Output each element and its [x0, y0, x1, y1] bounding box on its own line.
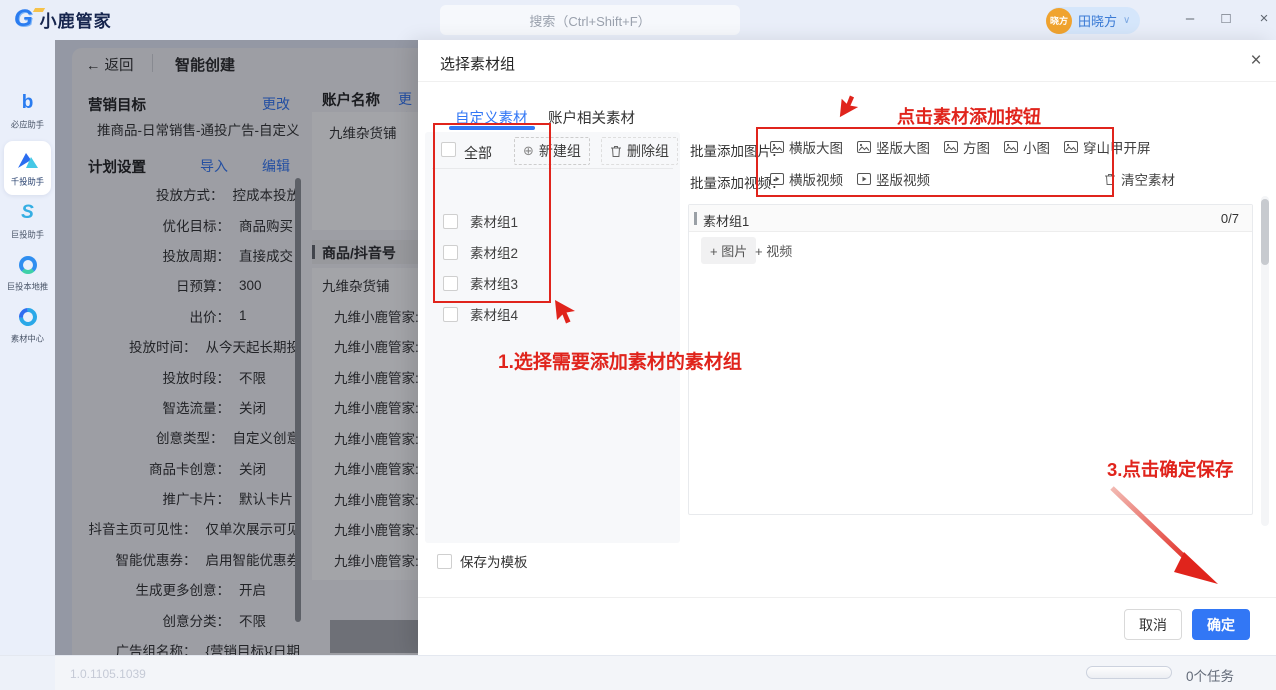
task-count-label: 0个任务 [1186, 665, 1234, 685]
annotation-long-arrow [1098, 478, 1228, 596]
app-logo: G 小鹿管家 [14, 6, 112, 32]
annotation-cursor-arrow-list [553, 298, 577, 324]
group-checkbox[interactable] [443, 307, 458, 322]
annotation-rect-batch-buttons [756, 127, 1114, 197]
dialog-header-divider [418, 81, 1276, 82]
group-count-badge: 0/7 [1221, 211, 1239, 226]
bing-assistant-icon: b [22, 93, 34, 113]
cancel-button[interactable]: 取消 [1124, 609, 1182, 640]
user-menu[interactable]: 晓方 田晓方 ∨ [1046, 7, 1140, 34]
sidebar-item-jutou[interactable]: S 巨投助手 [0, 200, 55, 241]
confirm-button[interactable]: 确定 [1192, 609, 1250, 640]
sidebar-item-material-center[interactable]: 素材中心 [0, 304, 55, 345]
save-as-template[interactable]: 保存为模板 [437, 551, 528, 571]
minimize-button[interactable]: – [1180, 10, 1200, 27]
app-name: 小鹿管家 [40, 7, 112, 32]
sidebar-item-qiantou[interactable]: 千投助手 [0, 147, 55, 188]
titlebar: G 小鹿管家 搜索（Ctrl+Shift+F） 晓方 田晓方 ∨ – □ × [0, 0, 1276, 40]
trash-icon [610, 145, 622, 158]
group-panel-header: 素材组1 0/7 [689, 205, 1252, 232]
version-label: 1.0.1105.1039 [70, 667, 146, 681]
add-image-button[interactable]: + 图片 [701, 237, 756, 264]
annotation-step2: 点击素材添加按钮 [897, 103, 1041, 129]
close-icon[interactable]: × [1246, 50, 1266, 72]
s-lightning-icon: S [21, 203, 34, 223]
modal-scrollbar-thumb[interactable] [1261, 199, 1269, 265]
search-placeholder: 搜索（Ctrl+Shift+F） [529, 11, 650, 30]
group-accent-bar [694, 212, 697, 225]
sidebar-item-local-push[interactable]: 巨投本地推 [0, 252, 55, 293]
task-progressbar [1086, 666, 1172, 679]
delete-group-button[interactable]: 删除组 [601, 137, 678, 165]
save-template-label: 保存为模板 [460, 551, 528, 571]
group-panel-title: 素材组1 [703, 211, 749, 230]
tab-account-material[interactable]: 账户相关素材 [548, 107, 635, 128]
clear-material-button[interactable]: 清空素材 [1104, 169, 1175, 189]
annotation-step1: 1.选择需要添加素材的素材组 [498, 347, 742, 374]
annotation-rect-group-list [433, 123, 551, 303]
statusbar: 1.0.1105.1039 0个任务 [0, 655, 1276, 690]
sidebar: b 必应助手 千投助手 S 巨投助手 巨投本地推 素材中心 [0, 40, 55, 655]
mountain-icon [17, 151, 39, 169]
group-row-4[interactable]: 素材组4 [443, 304, 518, 324]
add-video-button[interactable]: + 视频 [755, 241, 792, 260]
dialog-footer-divider [418, 597, 1276, 598]
window-close-button[interactable]: × [1254, 10, 1274, 27]
sidebar-item-biying[interactable]: b 必应助手 [0, 90, 55, 131]
modal-dim-overlay [55, 40, 418, 655]
select-material-group-dialog: 选择素材组 × 自定义素材 账户相关素材 全部 ⊕ 新建组 删除组 素材组1 [418, 40, 1276, 655]
material-center-icon [15, 304, 40, 329]
local-push-icon [19, 256, 37, 274]
logo-icon: G [14, 5, 33, 32]
annotation-cursor-arrow-buttons [838, 95, 860, 119]
statusbar-left-block [0, 656, 55, 690]
maximize-button[interactable]: □ [1216, 10, 1236, 27]
user-name: 田晓方 [1078, 11, 1117, 30]
avatar: 晓方 [1046, 8, 1072, 34]
save-template-checkbox[interactable] [437, 554, 452, 569]
global-search-input[interactable]: 搜索（Ctrl+Shift+F） [440, 5, 740, 35]
app-window: G 小鹿管家 搜索（Ctrl+Shift+F） 晓方 田晓方 ∨ – □ × b… [0, 0, 1276, 690]
chevron-down-icon: ∨ [1123, 15, 1130, 26]
dialog-title: 选择素材组 [440, 53, 515, 74]
